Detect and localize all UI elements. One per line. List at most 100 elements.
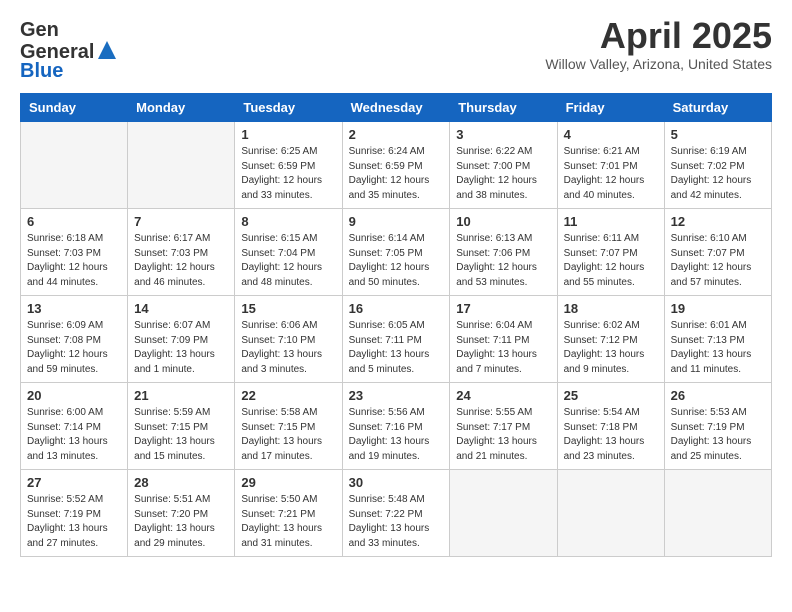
- day-cell: [557, 470, 664, 557]
- day-info: Sunrise: 6:19 AMSunset: 7:02 PMDaylight:…: [671, 145, 765, 203]
- day-cell: 27 Sunrise: 5:52 AMSunset: 7:19 PMDayligh…: [21, 470, 128, 557]
- day-cell: 24Sunrise: 5:55 AMSunset: 7:17 PMDayligh…: [450, 383, 557, 470]
- day-number: 9: [349, 214, 444, 229]
- day-number: 26: [671, 388, 765, 403]
- calendar-table: SundayMondayTuesdayWednesdayThursdayFrid…: [20, 93, 772, 557]
- day-cell: 21 Sunrise: 5:59 AMSunset: 7:15 PMDayligh…: [128, 383, 235, 470]
- day-number: 20: [27, 388, 121, 403]
- svg-text:General: General: [20, 19, 58, 41]
- day-cell: 17Sunrise: 6:04 AMSunset: 7:11 PMDayligh…: [450, 296, 557, 383]
- weekday-header-saturday: Saturday: [664, 94, 771, 122]
- day-number: 18: [564, 301, 658, 316]
- day-info: Sunrise: 5:48 AMSunset: 7:22 PMDaylight:…: [349, 493, 444, 551]
- weekday-header-thursday: Thursday: [450, 94, 557, 122]
- day-cell: 2 Sunrise: 6:24 AMSunset: 6:59 PMDaylight…: [342, 122, 450, 209]
- weekday-header-friday: Friday: [557, 94, 664, 122]
- day-number: 29: [241, 475, 335, 490]
- day-cell: 26 Sunrise: 5:53 AMSunset: 7:19 PMDayligh…: [664, 383, 771, 470]
- day-cell: 18 Sunrise: 6:02 AMSunset: 7:12 PMDayligh…: [557, 296, 664, 383]
- weekday-header-tuesday: Tuesday: [235, 94, 342, 122]
- day-cell: 7 Sunrise: 6:17 AMSunset: 7:03 PMDaylight…: [128, 209, 235, 296]
- day-info: Sunrise: 6:11 AMSunset: 7:07 PMDaylight:…: [564, 232, 658, 290]
- week-row-3: 13 Sunrise: 6:09 AMSunset: 7:08 PMDayligh…: [21, 296, 772, 383]
- day-info: Sunrise: 5:52 AMSunset: 7:19 PMDaylight:…: [27, 493, 121, 551]
- day-cell: [450, 470, 557, 557]
- day-info: Sunrise: 5:59 AMSunset: 7:15 PMDaylight:…: [134, 406, 228, 464]
- day-cell: 9 Sunrise: 6:14 AMSunset: 7:05 PMDaylight…: [342, 209, 450, 296]
- day-cell: 22 Sunrise: 5:58 AMSunset: 7:15 PMDayligh…: [235, 383, 342, 470]
- day-info: Sunrise: 6:07 AMSunset: 7:09 PMDaylight:…: [134, 319, 228, 377]
- day-number: 6: [27, 214, 121, 229]
- day-number: 15: [241, 301, 335, 316]
- day-info: Sunrise: 6:14 AMSunset: 7:05 PMDaylight:…: [349, 232, 444, 290]
- logo-triangle-icon: [98, 44, 116, 62]
- weekday-header-monday: Monday: [128, 94, 235, 122]
- day-info: Sunrise: 6:01 AMSunset: 7:13 PMDaylight:…: [671, 319, 765, 377]
- day-number: 23: [349, 388, 444, 403]
- day-cell: 1 Sunrise: 6:25 AMSunset: 6:59 PMDaylight…: [235, 122, 342, 209]
- day-cell: 3 Sunrise: 6:22 AMSunset: 7:00 PMDaylight…: [450, 122, 557, 209]
- title-area: April 2025 Willow Valley, Arizona, Unite…: [545, 16, 772, 72]
- day-info: Sunrise: 6:13 AMSunset: 7:06 PMDaylight:…: [456, 232, 550, 290]
- day-info: Sunrise: 5:56 AMSunset: 7:16 PMDaylight:…: [349, 406, 444, 464]
- day-cell: 16Sunrise: 6:05 AMSunset: 7:11 PMDayligh…: [342, 296, 450, 383]
- day-number: 2: [349, 127, 444, 142]
- day-info: Sunrise: 5:58 AMSunset: 7:15 PMDaylight:…: [241, 406, 335, 464]
- logo: General General Blue: [20, 16, 116, 83]
- day-info: Sunrise: 6:21 AMSunset: 7:01 PMDaylight:…: [564, 145, 658, 203]
- weekday-header-wednesday: Wednesday: [342, 94, 450, 122]
- day-number: 3: [456, 127, 550, 142]
- location-title: Willow Valley, Arizona, United States: [545, 56, 772, 72]
- day-number: 30: [349, 475, 444, 490]
- day-number: 16: [349, 301, 444, 316]
- day-info: Sunrise: 6:22 AMSunset: 7:00 PMDaylight:…: [456, 145, 550, 203]
- day-number: 10: [456, 214, 550, 229]
- day-number: 4: [564, 127, 658, 142]
- day-info: Sunrise: 6:06 AMSunset: 7:10 PMDaylight:…: [241, 319, 335, 377]
- day-cell: 19Sunrise: 6:01 AMSunset: 7:13 PMDayligh…: [664, 296, 771, 383]
- day-info: Sunrise: 5:51 AMSunset: 7:20 PMDaylight:…: [134, 493, 228, 551]
- day-info: Sunrise: 6:09 AMSunset: 7:08 PMDaylight:…: [27, 319, 121, 377]
- day-number: 21: [134, 388, 228, 403]
- week-row-1: 1 Sunrise: 6:25 AMSunset: 6:59 PMDaylight…: [21, 122, 772, 209]
- header: General General Blue April 2025 Willow V…: [20, 16, 772, 83]
- day-number: 13: [27, 301, 121, 316]
- day-number: 25: [564, 388, 658, 403]
- day-info: Sunrise: 6:25 AMSunset: 6:59 PMDaylight:…: [241, 145, 335, 203]
- day-cell: 29Sunrise: 5:50 AMSunset: 7:21 PMDayligh…: [235, 470, 342, 557]
- day-cell: 11 Sunrise: 6:11 AMSunset: 7:07 PMDayligh…: [557, 209, 664, 296]
- day-info: Sunrise: 5:54 AMSunset: 7:18 PMDaylight:…: [564, 406, 658, 464]
- day-info: Sunrise: 6:24 AMSunset: 6:59 PMDaylight:…: [349, 145, 444, 203]
- weekday-header-sunday: Sunday: [21, 94, 128, 122]
- day-number: 11: [564, 214, 658, 229]
- day-cell: 15 Sunrise: 6:06 AMSunset: 7:10 PMDayligh…: [235, 296, 342, 383]
- week-row-2: 6Sunrise: 6:18 AMSunset: 7:03 PMDaylight…: [21, 209, 772, 296]
- day-number: 27: [27, 475, 121, 490]
- day-cell: 10 Sunrise: 6:13 AMSunset: 7:06 PMDayligh…: [450, 209, 557, 296]
- month-title: April 2025: [545, 16, 772, 56]
- day-info: Sunrise: 5:55 AMSunset: 7:17 PMDaylight:…: [456, 406, 550, 464]
- day-cell: 5 Sunrise: 6:19 AMSunset: 7:02 PMDaylight…: [664, 122, 771, 209]
- day-info: Sunrise: 6:10 AMSunset: 7:07 PMDaylight:…: [671, 232, 765, 290]
- day-cell: 13 Sunrise: 6:09 AMSunset: 7:08 PMDayligh…: [21, 296, 128, 383]
- day-number: 1: [241, 127, 335, 142]
- day-info: Sunrise: 5:53 AMSunset: 7:19 PMDaylight:…: [671, 406, 765, 464]
- day-info: Sunrise: 6:02 AMSunset: 7:12 PMDaylight:…: [564, 319, 658, 377]
- day-info: Sunrise: 6:15 AMSunset: 7:04 PMDaylight:…: [241, 232, 335, 290]
- day-cell: 6Sunrise: 6:18 AMSunset: 7:03 PMDaylight…: [21, 209, 128, 296]
- day-number: 5: [671, 127, 765, 142]
- day-number: 28: [134, 475, 228, 490]
- day-cell: 30 Sunrise: 5:48 AMSunset: 7:22 PMDayligh…: [342, 470, 450, 557]
- logo-blue-text: Blue: [20, 60, 63, 82]
- day-number: 14: [134, 301, 228, 316]
- day-info: Sunrise: 6:17 AMSunset: 7:03 PMDaylight:…: [134, 232, 228, 290]
- weekday-header-row: SundayMondayTuesdayWednesdayThursdayFrid…: [21, 94, 772, 122]
- day-cell: 28 Sunrise: 5:51 AMSunset: 7:20 PMDayligh…: [128, 470, 235, 557]
- day-number: 22: [241, 388, 335, 403]
- week-row-4: 20Sunrise: 6:00 AMSunset: 7:14 PMDayligh…: [21, 383, 772, 470]
- day-cell: 8 Sunrise: 6:15 AMSunset: 7:04 PMDaylight…: [235, 209, 342, 296]
- day-number: 8: [241, 214, 335, 229]
- day-number: 7: [134, 214, 228, 229]
- day-number: 17: [456, 301, 550, 316]
- day-cell: 20Sunrise: 6:00 AMSunset: 7:14 PMDayligh…: [21, 383, 128, 470]
